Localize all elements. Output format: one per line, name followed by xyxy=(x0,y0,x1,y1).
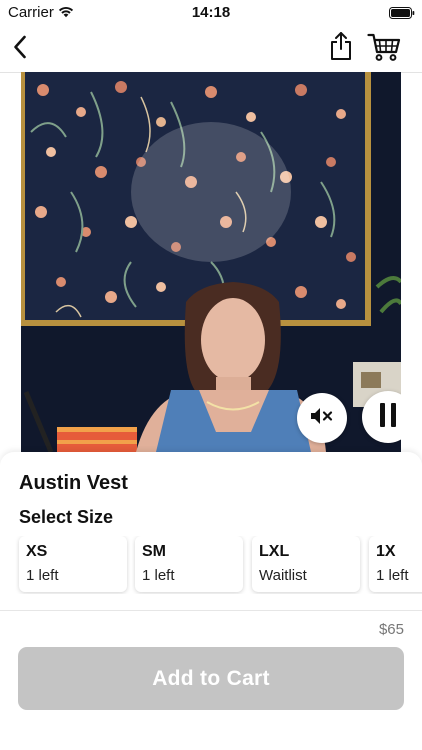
size-options-list[interactable]: XS 1 left SM 1 left LXL Waitlist 1X 1 le… xyxy=(0,536,422,594)
purchase-footer: $65 Add to Cart xyxy=(0,610,422,750)
video-frame-image xyxy=(21,72,401,452)
add-to-cart-button[interactable]: Add to Cart xyxy=(18,647,404,710)
size-option-xs[interactable]: XS 1 left xyxy=(19,536,127,592)
live-video[interactable] xyxy=(21,72,401,452)
mute-icon xyxy=(309,406,335,431)
share-icon xyxy=(329,31,353,66)
select-size-label: Select Size xyxy=(19,507,114,527)
size-name: SM xyxy=(142,543,166,560)
size-option-lxl[interactable]: LXL Waitlist xyxy=(252,536,360,592)
price-label: $65 xyxy=(378,621,404,638)
cart-icon xyxy=(367,32,401,67)
cart-button[interactable] xyxy=(366,32,402,66)
size-name: XS xyxy=(26,543,48,560)
product-title: Austin Vest xyxy=(19,472,128,494)
mute-button[interactable] xyxy=(297,393,347,443)
size-option-1x[interactable]: 1X 1 left xyxy=(369,536,422,592)
back-button[interactable] xyxy=(6,32,34,66)
size-availability: Waitlist xyxy=(259,567,307,584)
pause-icon xyxy=(378,402,398,433)
size-option-sm[interactable]: SM 1 left xyxy=(135,536,243,592)
chevron-left-icon xyxy=(13,35,27,64)
size-name: 1X xyxy=(376,543,396,560)
size-availability: 1 left xyxy=(26,567,59,584)
size-name: LXL xyxy=(259,543,290,560)
battery-icon xyxy=(389,6,415,19)
product-screen: Carrier 14:18 Austin Vest Select Size XS… xyxy=(0,0,422,750)
navigation-bar xyxy=(0,26,422,73)
product-sheet: Austin Vest Select Size XS 1 left SM 1 l… xyxy=(0,452,422,610)
clock-label: 14:18 xyxy=(191,4,231,21)
share-button[interactable] xyxy=(327,30,355,66)
size-availability: 1 left xyxy=(142,567,175,584)
status-bar: Carrier 14:18 xyxy=(0,0,422,26)
size-availability: 1 left xyxy=(376,567,409,584)
